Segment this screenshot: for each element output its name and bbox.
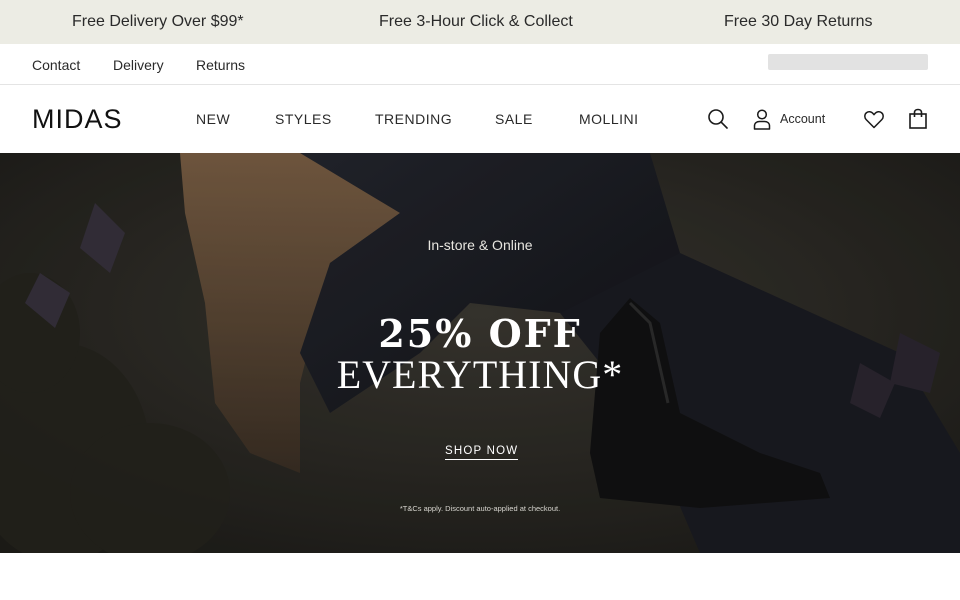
user-icon [753,109,771,130]
heart-icon [864,110,884,129]
nav-trending[interactable]: TRENDING [375,85,452,153]
promo-free-returns: Free 30 Day Returns [724,13,873,30]
nav-sale[interactable]: SALE [495,85,533,153]
delivery-link[interactable]: Delivery [113,44,164,85]
shopping-bag-icon [909,108,927,129]
account-label: Account [780,112,826,126]
search-icon [708,109,728,129]
utility-bar: Contact Delivery Returns [0,44,960,85]
nav-new[interactable]: NEW [196,85,230,153]
hero-title-discount: 25% OFF [378,311,582,356]
page-content-below [0,553,960,600]
midas-logo[interactable]: MIDAS [32,85,123,153]
contact-link[interactable]: Contact [32,44,80,85]
shop-now-button[interactable]: SHOP NOW [445,445,519,460]
hero-banner[interactable]: In-store & Online 25% OFF EVERYTHING* SH… [0,153,960,553]
hero-content: In-store & Online 25% OFF EVERYTHING* SH… [0,153,960,553]
promo-click-collect: Free 3-Hour Click & Collect [379,13,573,30]
main-header: MIDAS NEW STYLES TRENDING SALE MOLLINI A… [0,85,960,153]
returns-link[interactable]: Returns [196,44,245,85]
hero-subtitle: In-store & Online [427,237,533,253]
nav-mollini[interactable]: MOLLINI [579,85,639,153]
account-button[interactable]: Account [750,107,830,131]
promo-free-delivery: Free Delivery Over $99* [72,13,244,30]
loading-placeholder [768,54,928,70]
hero-title-everything: EVERYTHING* [336,352,624,397]
search-button[interactable] [706,107,730,131]
bag-button[interactable] [906,107,930,131]
wishlist-button[interactable] [862,107,886,131]
hero-disclaimer: *T&Cs apply. Discount auto-applied at ch… [399,504,561,513]
promo-bar: Free Delivery Over $99* Free 3-Hour Clic… [0,0,960,44]
nav-styles[interactable]: STYLES [275,85,332,153]
